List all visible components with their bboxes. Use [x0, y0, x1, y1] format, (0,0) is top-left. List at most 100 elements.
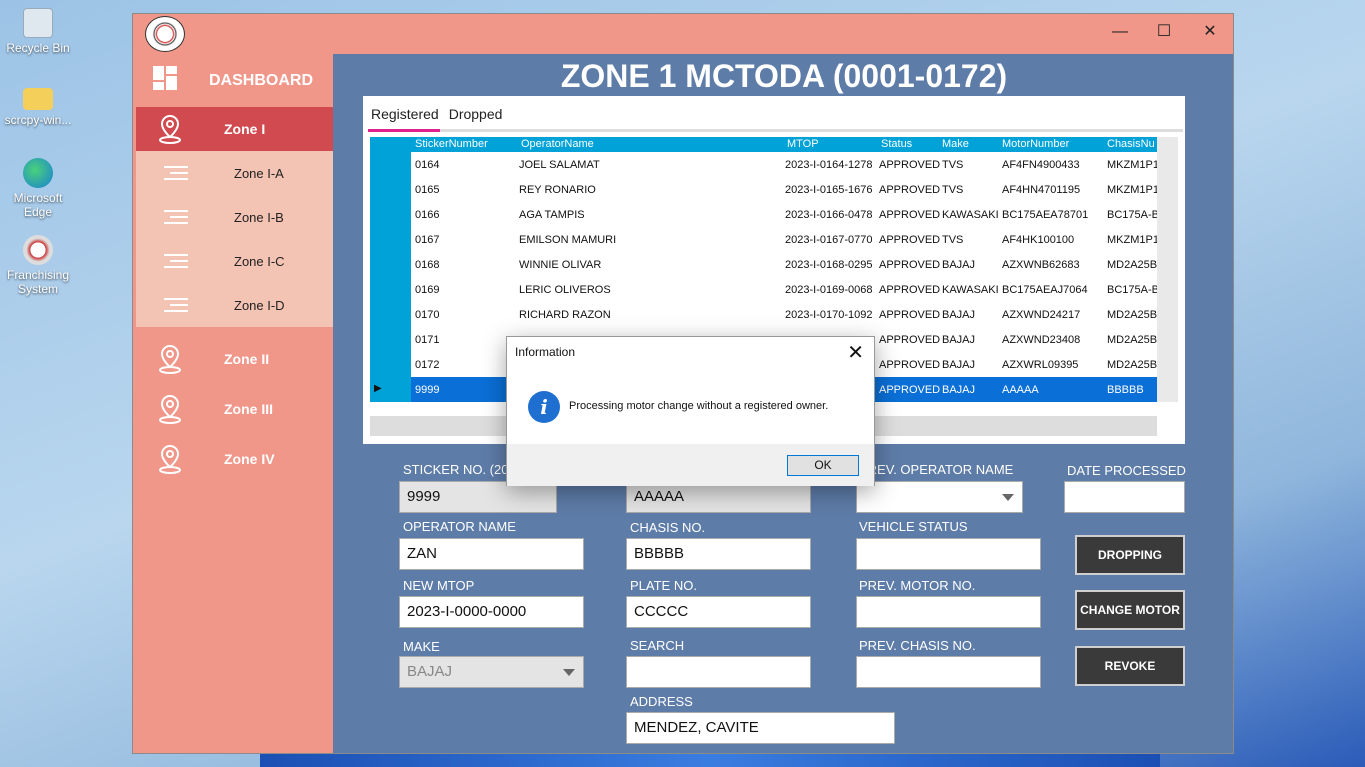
table-cell: APPROVED [879, 184, 941, 196]
prev-motor-label: PREV. MOTOR NO. [859, 578, 976, 593]
tab-dropped[interactable]: Dropped [449, 106, 503, 122]
minimize-button[interactable]: — [1105, 20, 1135, 44]
dialog-close-icon[interactable]: ✕ [847, 340, 864, 365]
table-cell: BAJAJ [942, 334, 976, 346]
table-row[interactable]: 0169 LERIC OLIVEROS 2023-I-0169-0068 APPROV… [411, 277, 1162, 302]
table-cell: AZXWRL09395 [1002, 359, 1079, 371]
table-cell: 2023-I-0165-1676 [785, 184, 873, 196]
revoke-button[interactable]: REVOKE [1075, 646, 1185, 686]
close-window-button[interactable]: ✕ [1195, 20, 1225, 44]
table-row[interactable]: 0170 RICHARD RAZON 2023-I-0170-1092 APPROVE… [411, 302, 1157, 327]
table-cell: AZXWND24217 [1002, 309, 1081, 321]
table-cell: BAJAJ [942, 384, 976, 396]
dialog-message: Processing motor change without a regist… [569, 400, 829, 412]
new-mtop-field[interactable]: 2023-I-0000-0000 [399, 596, 584, 628]
table-cell: 0169 [415, 284, 440, 296]
desktop-icon-franchising[interactable]: Franchising System [0, 235, 76, 296]
desktop-icon-label: scrcpy-win... [4, 113, 72, 127]
table-row[interactable]: 0166 AGA TAMPIS 2023-I-0166-0478 APPROVED KA… [411, 202, 1165, 227]
maximize-button[interactable]: ☐ [1149, 20, 1179, 44]
sidebar-item-zone-i-b[interactable]: Zone I-B [136, 195, 333, 239]
column-header[interactable]: Make [942, 138, 969, 150]
search-input[interactable] [626, 656, 811, 688]
sidebar-item-zone-i-a[interactable]: Zone I-A [136, 151, 333, 195]
date-processed-field[interactable] [1064, 481, 1185, 513]
table-cell: APPROVED [879, 384, 941, 396]
sidebar-item-zone-iii[interactable]: Zone III [136, 387, 333, 431]
vehicle-status-field[interactable] [856, 538, 1041, 570]
table-row[interactable]: 0168 WINNIE OLIVAR 2023-I-0168-0295 APPROVE… [411, 252, 1157, 277]
operator-field[interactable]: ZAN [399, 538, 584, 570]
table-cell: BAJAJ [942, 259, 976, 271]
sidebar: DASHBOARD Zone I Zone I-A Zone I-B Zone … [133, 54, 333, 753]
table-cell: KAWASAKI [942, 284, 999, 296]
sidebar-item-label: Zone III [224, 401, 273, 417]
table-cell: APPROVED [879, 209, 941, 221]
vehicle-status-label: VEHICLE STATUS [859, 519, 968, 534]
column-header[interactable]: MTOP [787, 138, 819, 150]
table-cell: REY RONARIO [519, 184, 596, 196]
table-cell: 0170 [415, 309, 440, 321]
prev-operator-select[interactable] [856, 481, 1023, 513]
table-cell: JOEL SALAMAT [519, 159, 600, 171]
column-header[interactable]: ChasisNu [1107, 138, 1155, 150]
table-cell: 2023-I-0167-0770 [785, 234, 873, 246]
tab-underline [368, 129, 1183, 132]
plate-field[interactable]: CCCCC [626, 596, 811, 628]
chasis-field[interactable]: BBBBB [626, 538, 811, 570]
change-motor-button[interactable]: CHANGE MOTOR [1075, 590, 1185, 630]
new-mtop-label: NEW MTOP [403, 578, 475, 593]
column-header[interactable]: Status [881, 138, 912, 150]
current-row-arrow-icon: ▶ [374, 383, 382, 394]
sidebar-item-zone-i-d[interactable]: Zone I-D [136, 283, 333, 327]
sidebar-item-label: Zone I-A [234, 165, 284, 181]
table-cell: APPROVED [879, 309, 941, 321]
prev-motor-field[interactable] [856, 596, 1041, 628]
search-label: SEARCH [630, 638, 685, 653]
sidebar-item-zone-i[interactable]: Zone I [136, 107, 333, 151]
sidebar-item-zone-iv[interactable]: Zone IV [136, 437, 333, 481]
menu-lines-icon [164, 166, 188, 180]
sidebar-item-zone-ii[interactable]: Zone II [136, 337, 333, 381]
dropping-button[interactable]: DROPPING [1075, 535, 1185, 575]
edge-icon [23, 158, 53, 188]
prev-operator-label: PREV. OPERATOR NAME [859, 462, 1014, 477]
franchising-app-icon [23, 235, 53, 265]
chevron-down-icon [1002, 494, 1014, 501]
make-select[interactable]: BAJAJ [399, 656, 584, 688]
table-row[interactable]: 0167 EMILSON MAMURI 2023-I-0167-0770 APPROV… [411, 227, 1159, 252]
vertical-scrollbar[interactable] [1157, 137, 1178, 402]
table-cell: MKZM1P1 [1107, 184, 1159, 196]
table-row[interactable]: 0165 REY RONARIO 2023-I-0165-1676 APPROVED T… [411, 177, 1159, 202]
tab-registered[interactable]: Registered [371, 106, 439, 122]
column-header[interactable]: OperatorName [521, 138, 594, 150]
dashboard-icon [153, 66, 177, 90]
desktop-icon-edge[interactable]: Microsoft Edge [0, 158, 76, 219]
desktop-icon-recycle-bin[interactable]: Recycle Bin [0, 8, 76, 55]
table-cell: TVS [942, 159, 964, 171]
ok-button[interactable]: OK [787, 455, 859, 476]
chevron-down-icon [563, 669, 575, 676]
table-cell: 0165 [415, 184, 440, 196]
table-cell: APPROVED [879, 284, 941, 296]
dashboard-nav[interactable]: DASHBOARD [133, 62, 333, 102]
chasis-label: CHASIS NO. [630, 520, 706, 535]
dialog-footer: OK [507, 444, 874, 486]
table-cell: KAWASAKI [942, 209, 999, 221]
table-cell: MKZM1P1 [1107, 234, 1159, 246]
column-header[interactable]: StickerNumber [415, 138, 488, 150]
date-processed-label: DATE PROCESSED [1067, 463, 1186, 478]
address-field[interactable]: MENDEZ, CAVITE [626, 712, 895, 744]
table-cell: APPROVED [879, 234, 941, 246]
table-row[interactable]: 0164 JOEL SALAMAT 2023-I-0164-1278 APPROVED… [411, 152, 1159, 177]
row-header-column [370, 137, 411, 402]
column-header[interactable]: MotorNumber [1002, 138, 1069, 150]
sidebar-item-zone-i-c[interactable]: Zone I-C [136, 239, 333, 283]
prev-chasis-field[interactable] [856, 656, 1041, 688]
address-label: ADDRESS [630, 694, 693, 709]
desktop-icon-scrcpy[interactable]: scrcpy-win... [0, 84, 76, 127]
plate-label: PLATE NO. [630, 578, 697, 593]
table-cell: MKZM1P1 [1107, 159, 1159, 171]
location-pin-icon [159, 344, 181, 374]
menu-lines-icon [164, 210, 188, 224]
